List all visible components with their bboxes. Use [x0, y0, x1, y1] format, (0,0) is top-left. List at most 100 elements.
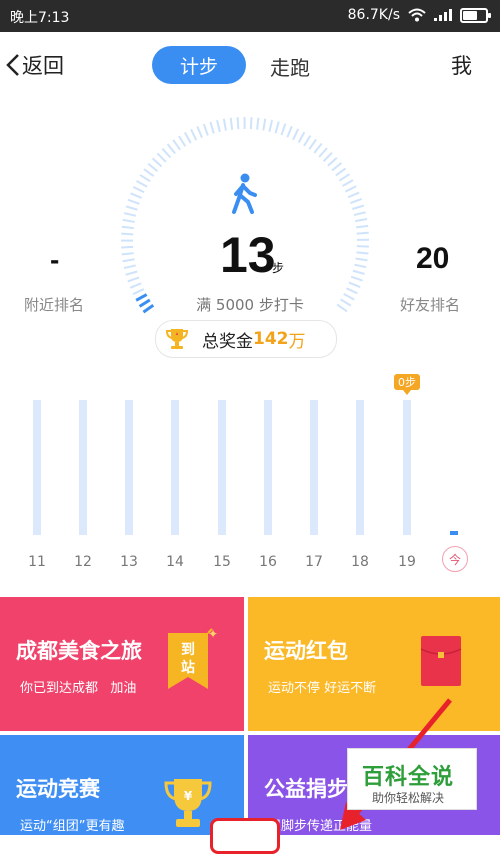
chart-bar: [450, 531, 458, 535]
step-count: 13: [220, 226, 276, 284]
trophy-icon: [166, 327, 188, 351]
gauge-tick: [121, 234, 133, 235]
gauge-tick: [293, 129, 298, 140]
gauge-tick: [269, 120, 272, 132]
gauge-tick: [357, 246, 369, 247]
chart-bar-track: [171, 400, 179, 535]
step-unit: 步: [272, 259, 284, 276]
total-prize-button[interactable]: 总奖金 142 万: [155, 320, 337, 358]
gauge-tick: [263, 119, 265, 131]
walking-person-icon: [234, 174, 255, 213]
wifi-icon: [408, 8, 426, 22]
gauge-tick: [356, 226, 368, 227]
card-competition-title: 运动竞赛: [16, 773, 100, 803]
gauge-tick: [356, 252, 368, 253]
svg-text:¥: ¥: [184, 789, 193, 803]
today-label[interactable]: 今: [442, 546, 468, 572]
chart-day-label: 16: [253, 554, 283, 570]
gauge-tick: [124, 265, 136, 268]
gauge-tick: [357, 233, 369, 234]
top-nav: 返回 计步 走跑 我: [0, 32, 500, 96]
gauge-tick: [140, 175, 150, 181]
chart-bar-track: [79, 400, 87, 535]
chart-bar-track: [310, 400, 318, 535]
chart-day-label: 12: [68, 554, 98, 570]
friend-rank-label: 好友排名: [400, 294, 460, 315]
gauge-tick: [123, 259, 135, 261]
prize-unit: 万: [289, 327, 306, 352]
annotation-marker: [210, 818, 280, 854]
chart-day-label: 13: [114, 554, 144, 570]
gauge-tick: [319, 148, 327, 157]
gauge-tick: [343, 180, 353, 186]
prize-label: 总奖金: [202, 327, 253, 352]
gauge-tick: [217, 120, 220, 132]
gauge-tick: [122, 253, 134, 254]
watermark-main: 百科全说: [362, 759, 454, 791]
gauge-tick: [352, 206, 363, 209]
gauge-tick: [130, 283, 141, 288]
card-food-tour-title: 成都美食之旅: [16, 635, 142, 665]
gauge-tick: [304, 136, 310, 146]
gauge-tick: [281, 124, 285, 135]
gauge-tick: [173, 140, 180, 150]
tab-running[interactable]: 走跑: [270, 52, 310, 81]
gauge-tick: [275, 122, 278, 134]
gauge-tick: [179, 136, 185, 146]
card-competition[interactable]: 运动竞赛 运动“组团”更有趣 ¥: [0, 735, 244, 835]
gauge-tick: [126, 271, 138, 274]
network-speed: 86.7K/s: [348, 7, 400, 23]
gauge-tick: [309, 139, 316, 149]
card-red-packet-title: 运动红包: [264, 635, 348, 665]
chart-day-label: 18: [345, 554, 375, 570]
chart-bar-track: [33, 400, 41, 535]
gauge-tick: [339, 174, 349, 180]
gauge-tick: [251, 117, 252, 129]
watermark-sub: 助你轻松解决: [372, 789, 444, 806]
gauge-tick: [287, 126, 292, 137]
gauge-tick: [257, 118, 258, 130]
gauge-tick: [347, 288, 358, 293]
gauge-tick: [191, 129, 196, 140]
gauge-tick: [168, 144, 175, 153]
gauge-tick: [231, 118, 232, 130]
chart-bar-track: [356, 400, 364, 535]
chart-bar-track: [125, 400, 133, 535]
gauge-tick: [131, 193, 142, 198]
card-food-tour[interactable]: 成都美食之旅 你已到达成都 加油 到 站 ✦: [0, 597, 244, 731]
chart-day-label: 19: [392, 554, 422, 570]
gauge-tick: [144, 169, 154, 176]
gauge-tick: [148, 164, 157, 171]
gauge-tick: [324, 153, 332, 162]
gauge-tick: [350, 199, 361, 203]
gauge-tick: [128, 200, 139, 204]
gauge-tick: [157, 153, 165, 161]
trophy-icon: ¥: [163, 775, 213, 835]
sparkle-icon: ✦: [208, 627, 218, 641]
steps-bar-chart: [0, 390, 500, 560]
gauge-tick: [354, 212, 366, 215]
gauge-tick: [356, 259, 368, 261]
tab-steps[interactable]: 计步: [152, 46, 246, 84]
gauge-tick: [224, 119, 226, 131]
nearby-rank-value: -: [50, 244, 59, 276]
gauge-tick: [348, 193, 359, 198]
gauge-tick: [332, 163, 341, 171]
me-button[interactable]: 我: [451, 50, 472, 80]
gauge-tick: [299, 132, 305, 143]
chart-day-label: 14: [160, 554, 190, 570]
gauge-tick: [153, 158, 162, 166]
gauge-tick: [123, 220, 135, 222]
watermark-logo: 百科全说 助你轻松解决: [347, 748, 477, 810]
gauge-tick: [185, 133, 191, 143]
back-button[interactable]: 返回: [6, 50, 64, 80]
gauge-tick: [122, 227, 134, 228]
gauge-tick: [354, 265, 366, 268]
gauge-tick: [133, 187, 144, 192]
bar-tooltip: 0步: [394, 374, 420, 390]
badge-text-1: 到: [181, 642, 195, 658]
status-time: 晚上7:13: [10, 7, 69, 27]
friend-rank-value: 20: [416, 242, 449, 276]
status-bar: 晚上7:13 86.7K/s: [0, 0, 500, 32]
gauge-tick: [238, 117, 239, 129]
